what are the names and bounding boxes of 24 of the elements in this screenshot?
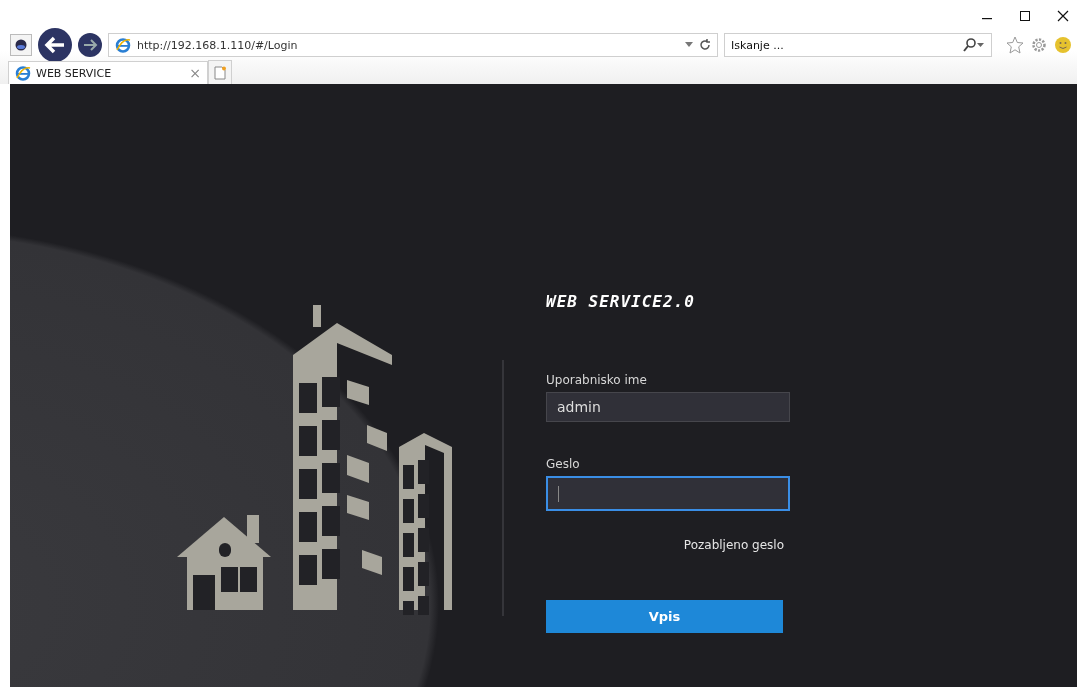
close-icon[interactable] <box>1057 10 1069 22</box>
username-field[interactable]: admin <box>546 392 790 422</box>
field-label: Uporabnisko ime <box>546 373 647 387</box>
star-icon[interactable] <box>1006 36 1024 54</box>
tab-close-button[interactable]: × <box>189 65 201 81</box>
browser-logo-icon <box>15 65 31 81</box>
page-icon[interactable] <box>10 34 32 56</box>
forward-icon[interactable] <box>78 33 102 57</box>
app-title: WEB SERVICE2.0 <box>546 292 695 311</box>
login-button[interactable]: Vpis <box>546 600 783 633</box>
refresh-icon[interactable] <box>699 39 711 51</box>
browser-tab[interactable]: WEB SERVICE × <box>8 61 208 84</box>
browser-logo-icon <box>115 37 131 53</box>
password-field[interactable] <box>546 476 790 511</box>
back-icon[interactable] <box>38 28 72 62</box>
search-field[interactable]: Iskanje ... <box>724 33 992 57</box>
smiley-icon[interactable] <box>1054 36 1072 54</box>
address-bar[interactable]: http://192.168.1.110/#/Login <box>108 33 718 57</box>
maximize-icon[interactable] <box>1019 10 1031 22</box>
search-icon[interactable] <box>963 38 985 52</box>
forgot-password-link[interactable]: Pozabljeno geslo <box>683 538 784 552</box>
dropdown-caret-icon[interactable] <box>685 42 693 48</box>
field-label: Geslo <box>546 457 580 471</box>
settings-icon[interactable] <box>1030 36 1048 54</box>
